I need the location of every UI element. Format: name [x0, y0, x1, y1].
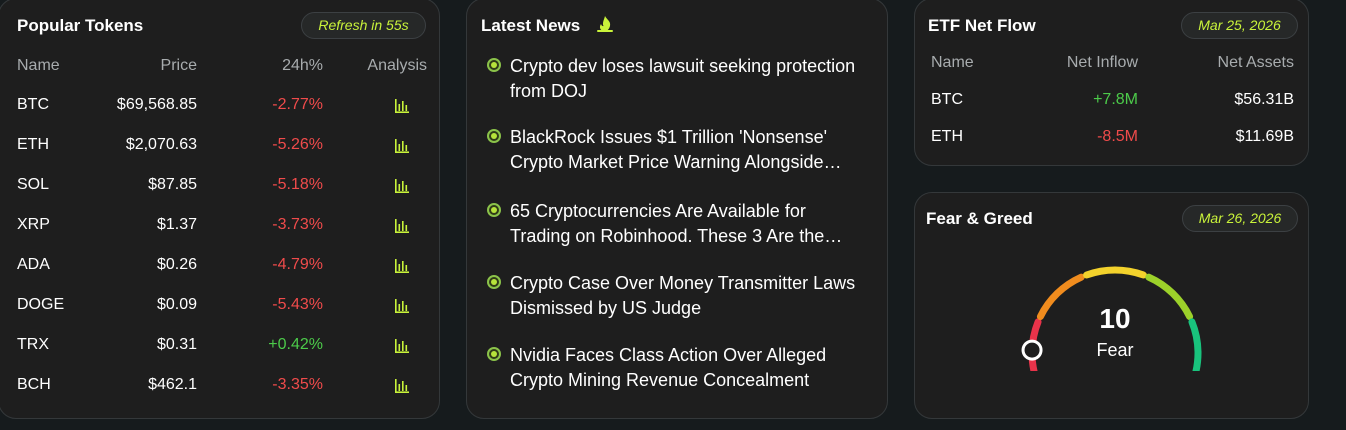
- bullet-icon: [487, 58, 501, 72]
- token-row[interactable]: SOL $87.85 -5.18%: [17, 176, 429, 198]
- etf-title: ETF Net Flow: [928, 16, 1036, 35]
- etf-date-badge: Mar 25, 2026: [1181, 12, 1298, 39]
- token-price: $87.85: [148, 176, 197, 193]
- bullet-icon: [487, 203, 501, 217]
- token-change: -5.43%: [272, 296, 323, 313]
- col-analysis: Analysis: [367, 57, 427, 74]
- token-symbol: DOGE: [17, 296, 65, 313]
- news-headline[interactable]: Crypto Case Over Money Transmitter Laws …: [510, 271, 870, 321]
- gauge-segment: [1083, 266, 1147, 279]
- col-change: 24h%: [282, 57, 323, 74]
- token-price: $462.1: [148, 376, 197, 393]
- token-price: $0.09: [156, 296, 197, 313]
- bar-chart-icon[interactable]: [394, 97, 410, 114]
- token-symbol: BTC: [17, 96, 49, 113]
- etf-net-flow-card: ETF Net Flow Mar 25, 2026 Name Net Inflo…: [914, 0, 1309, 166]
- token-row[interactable]: TRX $0.31 +0.42%: [17, 336, 429, 358]
- bar-chart-icon[interactable]: [394, 217, 410, 234]
- col-price: Price: [160, 57, 197, 74]
- etf-inflow: +7.8M: [1093, 91, 1138, 108]
- etf-assets: $11.69B: [1235, 128, 1294, 145]
- token-row[interactable]: ETH $2,070.63 -5.26%: [17, 136, 429, 158]
- token-row[interactable]: DOGE $0.09 -5.43%: [17, 296, 429, 318]
- popular-tokens-card: Popular Tokens Refresh in 55s Name Price…: [0, 0, 440, 419]
- popular-tokens-title: Popular Tokens: [17, 16, 144, 35]
- token-price: $1.37: [156, 216, 197, 233]
- news-headline[interactable]: Crypto dev loses lawsuit seeking protect…: [510, 54, 870, 104]
- bullet-icon: [487, 129, 501, 143]
- etf-col-inflow: Net Inflow: [1066, 54, 1138, 71]
- etf-name: ETH: [931, 128, 963, 145]
- token-price: $2,070.63: [125, 136, 197, 153]
- fear-greed-title: Fear & Greed: [926, 209, 1033, 228]
- etf-table-header: Name Net Inflow Net Assets: [931, 54, 1294, 74]
- fear-greed-card: Fear & Greed Mar 26, 2026 10 Fear: [914, 192, 1309, 419]
- token-change: -2.77%: [272, 96, 323, 113]
- etf-col-assets: Net Assets: [1217, 54, 1294, 71]
- token-symbol: ETH: [17, 136, 49, 153]
- fear-greed-label: Fear: [1096, 340, 1134, 360]
- token-row[interactable]: BTC $69,568.85 -2.77%: [17, 96, 429, 118]
- token-change: -5.26%: [272, 136, 323, 153]
- token-symbol: XRP: [17, 216, 50, 233]
- token-change: -4.79%: [272, 256, 323, 273]
- bar-chart-icon[interactable]: [394, 297, 410, 314]
- gauge-segment: [1188, 318, 1202, 371]
- token-change: -5.18%: [272, 176, 323, 193]
- token-price: $69,568.85: [116, 96, 197, 113]
- refresh-badge[interactable]: Refresh in 55s: [301, 12, 426, 39]
- bullet-icon: [487, 275, 501, 289]
- bar-chart-icon[interactable]: [394, 137, 410, 154]
- token-symbol: ADA: [17, 256, 50, 273]
- news-headline[interactable]: 65 Cryptocurrencies Are Available for Tr…: [510, 199, 870, 249]
- latest-news-card: Latest News Crypto dev loses lawsuit see…: [466, 0, 888, 419]
- etf-inflow: -8.5M: [1097, 128, 1138, 145]
- token-change: +0.42%: [268, 336, 323, 353]
- token-symbol: BCH: [17, 376, 51, 393]
- bar-chart-icon[interactable]: [394, 257, 410, 274]
- bullet-icon: [487, 347, 501, 361]
- news-headline[interactable]: Nvidia Faces Class Action Over Alleged C…: [510, 343, 870, 393]
- bar-chart-icon[interactable]: [394, 377, 410, 394]
- fear-greed-date-badge: Mar 26, 2026: [1182, 205, 1298, 232]
- token-change: -3.35%: [272, 376, 323, 393]
- token-price: $0.26: [156, 256, 197, 273]
- etf-name: BTC: [931, 91, 963, 108]
- token-change: -3.73%: [272, 216, 323, 233]
- token-price: $0.31: [156, 336, 197, 353]
- tokens-table-header: Name Price 24h% Analysis: [17, 57, 429, 77]
- col-name: Name: [17, 57, 60, 74]
- news-headline[interactable]: BlackRock Issues $1 Trillion 'Nonsense' …: [510, 125, 870, 175]
- etf-assets: $56.31B: [1234, 91, 1294, 108]
- etf-col-name: Name: [931, 54, 974, 71]
- token-symbol: TRX: [17, 336, 49, 353]
- latest-news-title: Latest News: [481, 16, 581, 35]
- etf-row: BTC +7.8M $56.31B: [931, 91, 1294, 111]
- token-row[interactable]: ADA $0.26 -4.79%: [17, 256, 429, 278]
- fire-icon: [597, 16, 613, 32]
- fear-greed-value: 10: [1099, 303, 1131, 334]
- gauge-indicator: [1021, 339, 1043, 361]
- token-row[interactable]: XRP $1.37 -3.73%: [17, 216, 429, 238]
- bar-chart-icon[interactable]: [394, 337, 410, 354]
- etf-row: ETH -8.5M $11.69B: [931, 128, 1294, 148]
- token-symbol: SOL: [17, 176, 50, 193]
- bar-chart-icon[interactable]: [394, 177, 410, 194]
- token-row[interactable]: BCH $462.1 -3.35%: [17, 376, 429, 398]
